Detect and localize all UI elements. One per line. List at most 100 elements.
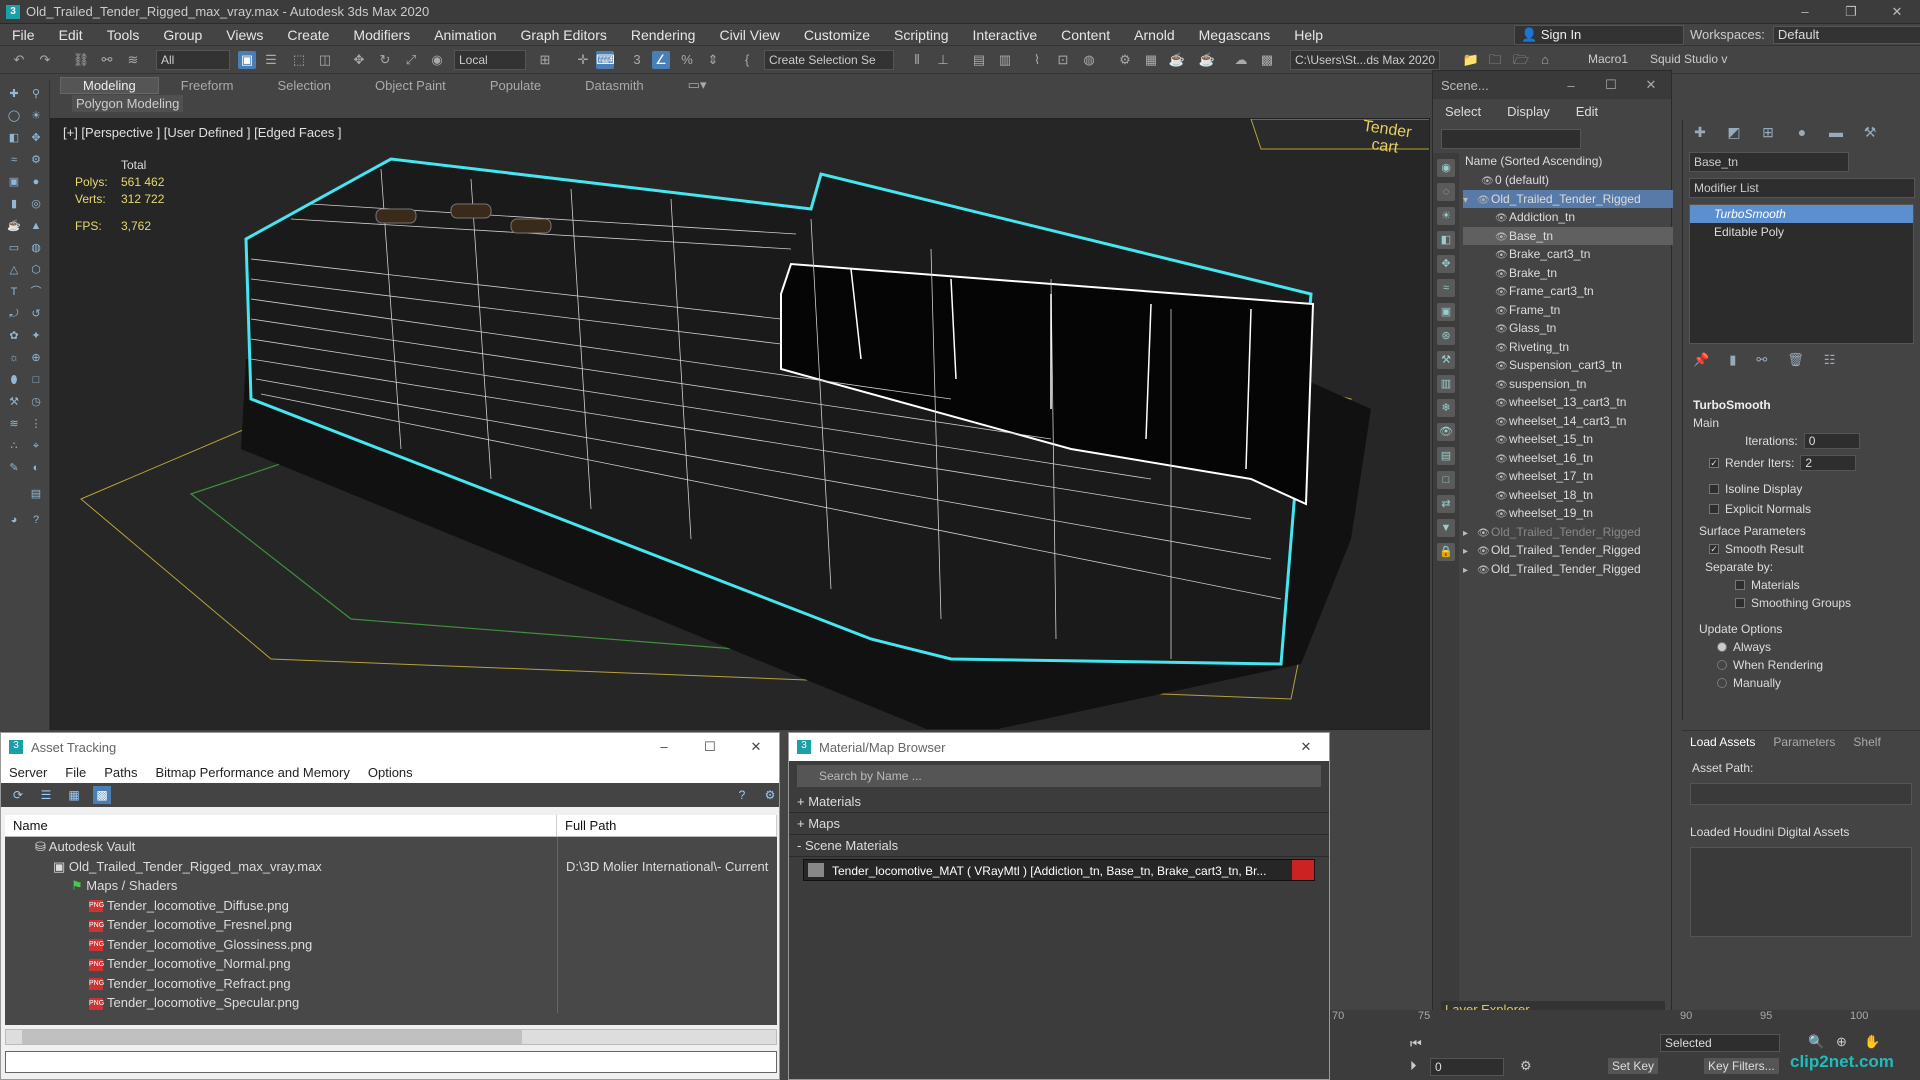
scene-row[interactable]: 👁Addiction_tn [1463, 208, 1673, 227]
scene-materials-section[interactable]: - Scene Materials [789, 835, 1329, 857]
sun-icon[interactable]: ☼ [6, 350, 22, 366]
filter-containers-icon[interactable]: ▥ [1437, 375, 1455, 393]
tab-object-paint[interactable]: Object Paint [353, 78, 468, 93]
scene-row[interactable]: 👁Base_tn [1463, 226, 1673, 246]
reference-coord-dropdown[interactable]: Local [454, 50, 526, 70]
menu-customize[interactable]: Customize [792, 27, 882, 43]
project-icon[interactable]: ⌂ [1536, 51, 1554, 69]
menu-content[interactable]: Content [1049, 27, 1122, 43]
particle-icon[interactable]: ✦ [28, 328, 44, 344]
render-preview-icon[interactable]: ◕ [6, 512, 22, 528]
list-icon[interactable]: ▤ [28, 486, 44, 502]
filter-spacewarps-icon[interactable]: ≈ [1437, 279, 1455, 297]
table-row[interactable]: PNG Tender_locomotive_Diffuse.png [5, 895, 777, 915]
always-radio[interactable] [1717, 642, 1727, 652]
rendered-frame-icon[interactable]: ▦ [1142, 51, 1160, 69]
perspective-viewport[interactable]: [+] [Perspective ] [User Defined ] [Edge… [50, 118, 1430, 730]
unlink-icon[interactable]: ⚯ [98, 51, 116, 69]
curve-editor-icon[interactable]: ⌇ [1028, 51, 1046, 69]
target-icon[interactable]: ⊕ [28, 350, 44, 366]
expand-icon[interactable]: ▾ [1463, 192, 1477, 209]
angle-snap-icon[interactable]: ∠ [652, 51, 670, 69]
tube-icon[interactable]: ◍ [28, 240, 44, 256]
make-unique-icon[interactable]: ⚯ [1756, 352, 1767, 368]
list-view-icon[interactable]: ☰ [37, 786, 55, 804]
display-tab-icon[interactable]: ▬ [1825, 124, 1847, 142]
next-frame-icon[interactable]: ⏵ [1410, 1058, 1417, 1074]
show-end-result-icon[interactable]: ▮ [1729, 352, 1736, 368]
col-name[interactable]: Name [5, 815, 557, 836]
ribbon-options-icon[interactable]: ▭▾ [666, 77, 729, 93]
viewport-label[interactable]: [+] [Perspective ] [User Defined ] [Edge… [63, 125, 342, 140]
plane-icon[interactable]: ▭ [6, 240, 22, 256]
tab-selection[interactable]: Selection [256, 78, 353, 93]
isoline-checkbox[interactable] [1709, 484, 1719, 494]
manually-radio[interactable] [1717, 678, 1727, 688]
menu-interactive[interactable]: Interactive [961, 27, 1050, 43]
material-search-input[interactable]: Search by Name ... [797, 765, 1321, 787]
menu-group[interactable]: Group [151, 27, 214, 43]
filter-frozen-icon[interactable]: ❄ [1437, 399, 1455, 417]
menu-civil-view[interactable]: Civil View [707, 27, 791, 43]
bend-icon[interactable]: ⤾ [6, 306, 22, 322]
scene-row[interactable]: 👁wheelset_15_tn [1463, 430, 1673, 449]
render-iterative-icon[interactable]: ☕ [1198, 51, 1216, 69]
scene-row[interactable]: 👁suspension_tn [1463, 375, 1673, 394]
toggle-ribbon-icon[interactable]: ▥ [996, 51, 1014, 69]
asset-path-input[interactable] [1690, 783, 1912, 805]
paint-icon[interactable]: ✎ [6, 460, 22, 476]
render-iters-spinner[interactable]: 2 [1800, 455, 1857, 471]
zoom-all-icon[interactable]: ⊕ [1836, 1034, 1847, 1050]
visibility-eye-icon[interactable]: 👁 [1477, 192, 1491, 209]
pyramid-icon[interactable]: △ [6, 262, 22, 278]
visibility-eye-icon[interactable]: 👁 [1495, 229, 1509, 246]
menu-edit[interactable]: Edit [47, 27, 95, 43]
scene-row[interactable]: 👁wheelset_13_cart3_tn [1463, 393, 1673, 412]
menu-file[interactable]: File [0, 27, 47, 43]
iterations-spinner[interactable]: 0 [1803, 433, 1860, 449]
hierarchy-tab-icon[interactable]: ⊞ [1757, 124, 1779, 142]
visibility-eye-icon[interactable]: 👁 [1495, 321, 1509, 338]
filter-none-icon[interactable]: □ [1437, 471, 1455, 489]
pin-stack-icon[interactable]: 📌 [1693, 352, 1709, 368]
filter-funnel-icon[interactable]: ▼ [1437, 519, 1455, 537]
rotate-icon[interactable]: ↻ [376, 51, 394, 69]
shape-icon[interactable]: ◯ [6, 108, 22, 124]
visibility-eye-icon[interactable]: 👁 [1495, 469, 1509, 486]
menu-megascans[interactable]: Megascans [1187, 27, 1283, 43]
scene-column-header[interactable]: Name (Sorted Ascending) [1463, 151, 1673, 171]
at-menu-bitmap[interactable]: Bitmap Performance and Memory [156, 765, 350, 780]
menu-views[interactable]: Views [214, 27, 275, 43]
render-icon[interactable]: ☕ [1168, 51, 1186, 69]
table-view-icon[interactable]: ▩ [93, 786, 111, 804]
visibility-eye-icon[interactable]: 👁 [1495, 358, 1509, 375]
status-field[interactable] [5, 1051, 777, 1073]
object-name-field[interactable]: Base_tn [1689, 152, 1849, 172]
render-setup-icon[interactable]: ⚙ [1116, 51, 1134, 69]
scene-row[interactable]: ▸ 👁Old_Trailed_Tender_Rigged [1463, 541, 1673, 560]
helper-icon[interactable]: ✥ [28, 130, 44, 146]
layer-explorer-icon[interactable]: ▤ [970, 51, 988, 69]
squid-studio-label[interactable]: Squid Studio v [1650, 52, 1727, 66]
filter-lock-icon[interactable]: 🔒 [1437, 543, 1455, 561]
egg-icon[interactable]: ⬮ [6, 372, 22, 388]
scene-row[interactable]: 👁Suspension_cart3_tn [1463, 356, 1673, 375]
pan-icon[interactable]: ✋ [1864, 1034, 1880, 1050]
tab-parameters[interactable]: Parameters [1773, 735, 1835, 749]
schematic-view-icon[interactable]: ⊡ [1054, 51, 1072, 69]
motion-tab-icon[interactable]: ● [1791, 124, 1813, 142]
scene-row[interactable]: 👁wheelset_19_tn [1463, 504, 1673, 523]
filter-bones-icon[interactable]: ⚒ [1437, 351, 1455, 369]
table-row[interactable]: PNG Tender_locomotive_Glossiness.png [5, 934, 777, 954]
selection-filter-dropdown[interactable]: All [156, 50, 230, 70]
mb-close-button[interactable]: ✕ [1283, 739, 1329, 755]
link-tool-icon[interactable]: ⚲ [28, 86, 44, 102]
restore-button[interactable]: ❐ [1828, 0, 1874, 24]
materials-checkbox[interactable] [1735, 580, 1745, 590]
scene-row[interactable]: 👁Frame_tn [1463, 301, 1673, 320]
grid-icon[interactable]: ▩ [1258, 51, 1276, 69]
select-object-icon[interactable]: ▣ [238, 51, 256, 69]
horizontal-scrollbar[interactable] [5, 1029, 777, 1045]
materials-section[interactable]: + Materials [789, 791, 1329, 813]
visibility-eye-icon[interactable]: 👁 [1477, 562, 1491, 579]
